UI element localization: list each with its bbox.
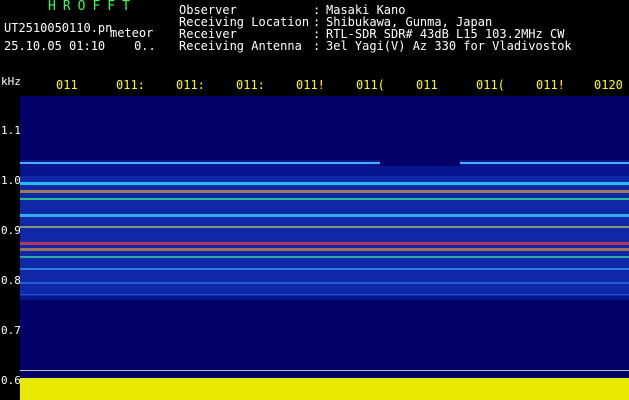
meta-label-antenna: Receiving Antenna [179, 39, 302, 53]
signal-level-bar [20, 378, 629, 400]
meta-separator: : [313, 39, 321, 53]
time-tick: 011( [476, 78, 505, 92]
spectrogram [20, 96, 629, 400]
time-axis: 011 011: 011: 011: 011! 011( 011 011( 01… [20, 78, 629, 98]
file-name: UT2510050110.pn [4, 21, 113, 35]
frequency-tick: 0.9 [1, 224, 21, 237]
time-tick: 011 [56, 78, 78, 92]
frequency-tick: 0.7 [1, 324, 21, 337]
frequency-tick: 1.0 [1, 174, 21, 187]
date-time: 25.10.05 01:10 0.. [4, 40, 156, 52]
time-tick: 011! [296, 78, 325, 92]
time-tick: 011: [116, 78, 145, 92]
date-extra: 0.. [134, 39, 156, 53]
time-tick: 011: [176, 78, 205, 92]
date-time-value: 25.10.05 01:10 [4, 39, 106, 53]
file-suffix: meteor [110, 26, 154, 40]
time-tick: 0120 [594, 78, 623, 92]
meta-value-antenna: 3el Yagi(V) Az 330 for Vladivostok [326, 39, 572, 53]
frequency-tick: 0.6 [1, 374, 21, 387]
baseline-line [20, 370, 629, 371]
frequency-tick: 1.1 [1, 124, 21, 137]
app-title: HROFFT [48, 0, 137, 14]
frequency-axis: 1.1 1.0 0.9 0.8 0.7 0.6 [0, 80, 21, 400]
time-tick: 011 [416, 78, 438, 92]
time-tick: 011( [356, 78, 385, 92]
frequency-tick: 0.8 [1, 274, 21, 287]
time-tick: 011! [536, 78, 565, 92]
time-tick: 011: [236, 78, 265, 92]
